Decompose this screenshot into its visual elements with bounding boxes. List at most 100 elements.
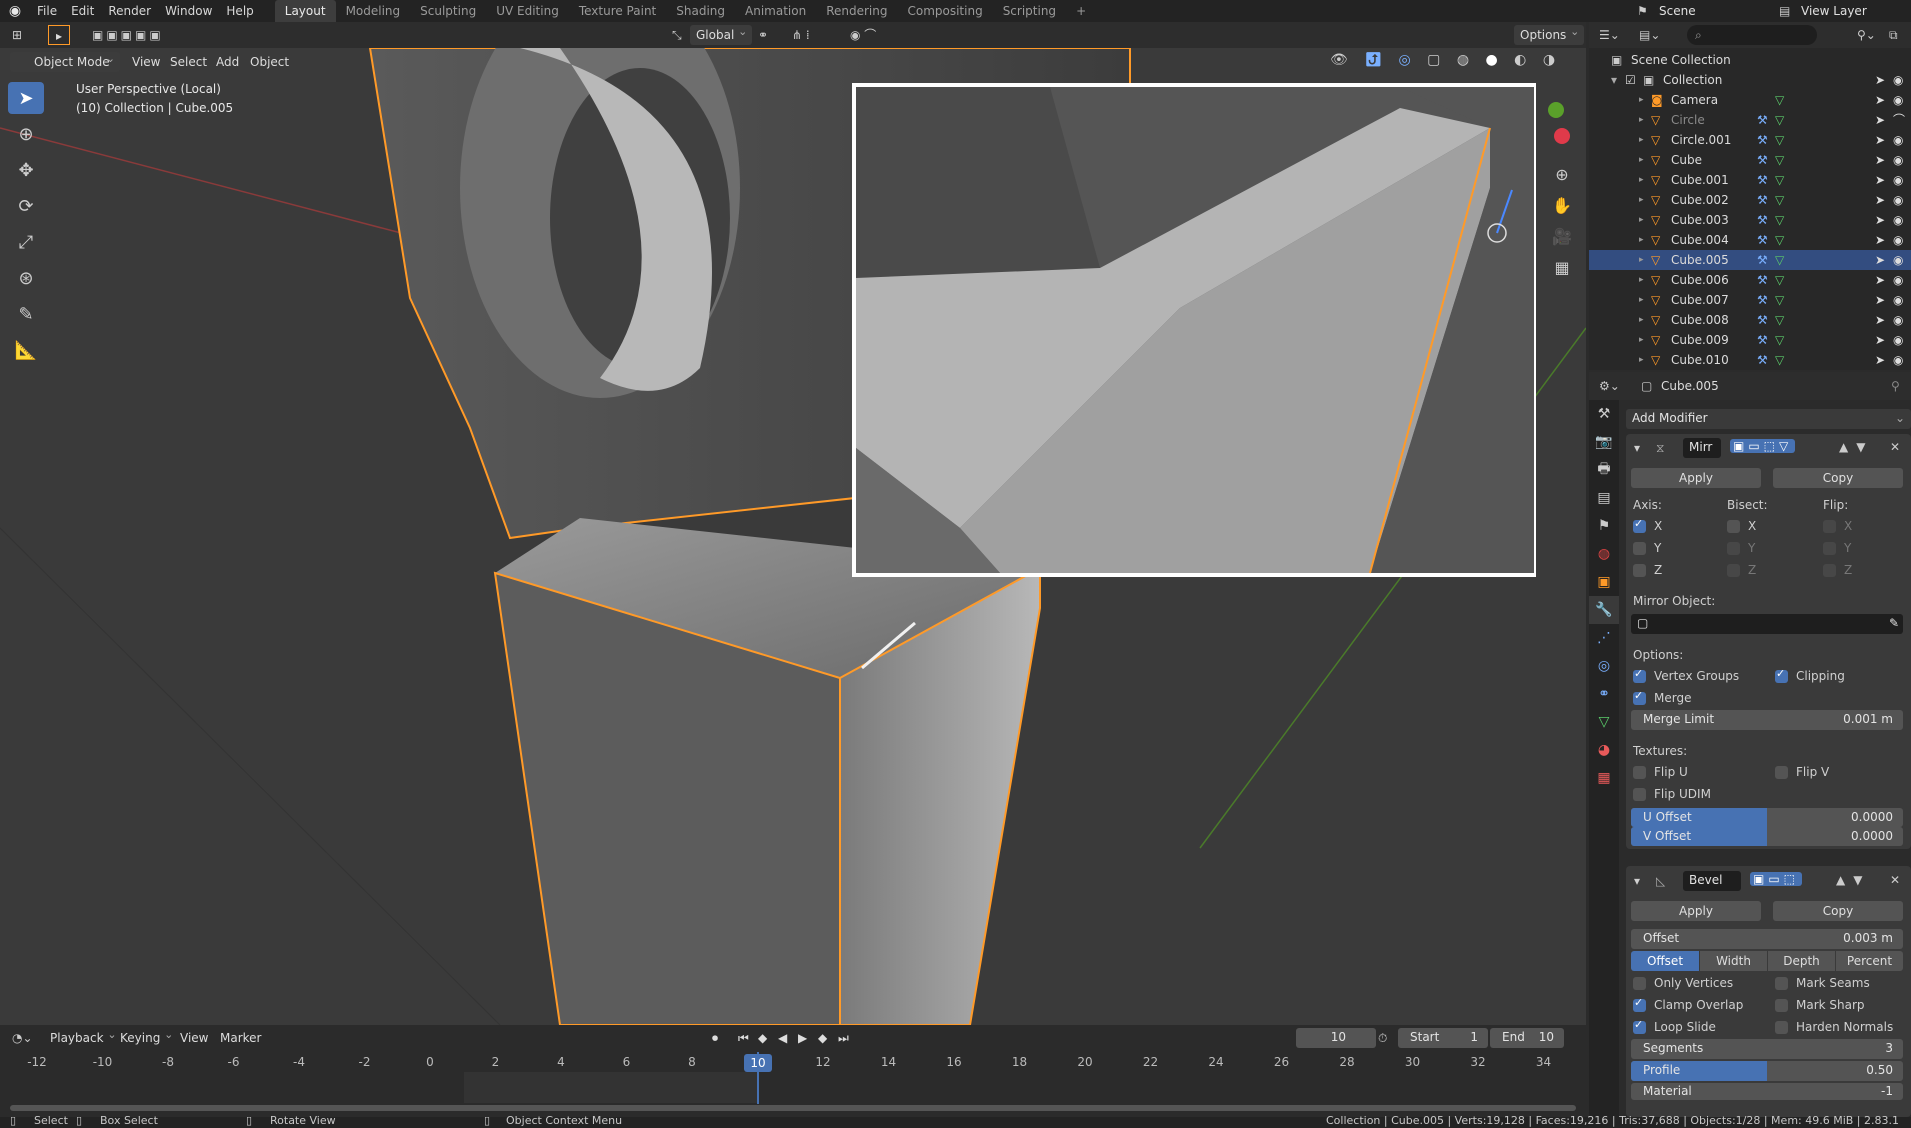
eye-icon[interactable]: ◉ (1893, 230, 1903, 250)
modifier-wrench-icon[interactable]: ⚒ (1757, 210, 1768, 230)
current-frame-field[interactable]: 10 (1296, 1028, 1376, 1048)
eye-icon[interactable]: ⌒ (1893, 110, 1905, 130)
bevel-collapse-arrow-icon[interactable]: ▾ (1634, 874, 1640, 888)
bevel-move-icons[interactable]: ▲▼ (1836, 873, 1870, 887)
outliner-item[interactable]: ▸ ▽ Cube.002 ⚒ ▽ ➤ ◉ (1589, 190, 1911, 210)
transform-orientation-dropdown[interactable]: Global (690, 22, 753, 45)
xray-icon[interactable]: ▢ (1427, 52, 1446, 68)
start-frame-field[interactable]: Start 1 (1398, 1028, 1488, 1048)
menu-render[interactable]: Render (101, 0, 158, 22)
collection-checkbox[interactable]: ☑ (1625, 70, 1636, 90)
scene-icon[interactable]: ⚑ (1637, 4, 1659, 18)
outliner-item[interactable]: ▸ ▽ Cube.005 ⚒ ▽ ➤ ◉ (1589, 250, 1911, 270)
texture-tab-icon[interactable]: ▦ (1589, 764, 1619, 792)
tab-sculpting[interactable]: Sculpting (410, 0, 486, 22)
mesh-data-icon[interactable]: ▽ (1775, 150, 1784, 170)
expand-arrow-icon[interactable]: ▸ (1639, 130, 1644, 150)
overlay-toggle-icon[interactable]: ◎ (1398, 52, 1416, 68)
expand-arrow-icon[interactable]: ▸ (1639, 150, 1644, 170)
menu-help[interactable]: Help (219, 0, 260, 22)
modifier-wrench-icon[interactable]: ⚒ (1757, 250, 1768, 270)
modifier-wrench-icon[interactable]: ⚒ (1757, 150, 1768, 170)
menu-file[interactable]: File (30, 0, 64, 22)
render-tab-icon[interactable]: 📷 (1589, 428, 1619, 456)
3d-viewport[interactable]: User Perspective (Local) (10) Collection… (0, 48, 1586, 1025)
material-field[interactable]: Material -1 (1631, 1083, 1903, 1100)
tab-uv-editing[interactable]: UV Editing (486, 0, 569, 22)
menu-window[interactable]: Window (158, 0, 219, 22)
properties-editor-icon[interactable]: ⚙⌄ (1599, 376, 1620, 396)
modifier-wrench-icon[interactable]: ⚒ (1757, 350, 1768, 370)
physics-tab-icon[interactable]: ◎ (1589, 652, 1619, 680)
scale-icon[interactable]: ⤢ (8, 226, 44, 258)
expand-arrow-icon[interactable]: ▸ (1639, 230, 1644, 250)
measure-icon[interactable]: 📐 (8, 334, 44, 366)
eye-icon[interactable]: ◉ (1893, 190, 1903, 210)
orientation-icon[interactable]: ⤡ (672, 25, 682, 45)
axis-z-checkbox[interactable] (1633, 564, 1646, 577)
visibility-icon[interactable]: 👁 (1330, 52, 1354, 68)
bevel-offset-field[interactable]: Offset 0.003 m (1631, 929, 1903, 949)
menu-view[interactable]: View (132, 52, 160, 72)
mesh-data-icon[interactable]: ▽ (1775, 90, 1784, 110)
bevel-remove-icon[interactable]: ✕ (1890, 873, 1900, 887)
bisect-x-checkbox[interactable] (1727, 520, 1740, 533)
snap-icon[interactable]: ⋔ ⁞ (792, 25, 810, 45)
u-offset-field[interactable]: U Offset 0.0000 (1631, 808, 1903, 827)
view-layer-tab-icon[interactable]: ▤ (1589, 484, 1619, 512)
select-toggle-icon[interactable]: ➤ (1875, 310, 1885, 330)
only-vertices-checkbox[interactable] (1633, 977, 1646, 990)
data-tab-icon[interactable]: ▽ (1589, 708, 1619, 736)
play-icon[interactable]: ▶ (798, 1028, 807, 1048)
select-toggle-icon[interactable]: ➤ (1875, 210, 1885, 230)
timeline-view-menu[interactable]: View (180, 1028, 208, 1048)
gizmo-toggle-icon[interactable]: ⤴ (1364, 52, 1388, 68)
merge-limit-field[interactable]: Merge Limit 0.001 m (1631, 710, 1903, 730)
mirror-apply-button[interactable]: Apply (1631, 468, 1761, 488)
object-tab-icon[interactable]: ▣ (1589, 568, 1619, 596)
outliner-item[interactable]: ▸ ▽ Cube.009 ⚒ ▽ ➤ ◉ (1589, 330, 1911, 350)
clamp-overlap-checkbox[interactable] (1633, 996, 1646, 1012)
segments-field[interactable]: Segments 3 (1631, 1039, 1903, 1059)
outliner-editor-icon[interactable]: ☰⌄ (1599, 25, 1620, 45)
mesh-data-icon[interactable]: ▽ (1775, 190, 1784, 210)
editor-type-icon[interactable]: ⊞ (12, 25, 22, 45)
select-tool-icon[interactable]: ▸ (48, 25, 70, 45)
cursor-icon[interactable]: ⊕ (8, 118, 44, 150)
mode-depth-button[interactable]: Depth (1767, 951, 1835, 971)
filter-icon[interactable]: ⚲⌄ (1857, 25, 1876, 45)
mesh-data-icon[interactable]: ▽ (1775, 130, 1784, 150)
flip-z-checkbox[interactable] (1823, 564, 1836, 577)
move-icon[interactable]: ✥ (8, 154, 44, 186)
eye-icon[interactable]: ◉ (1893, 210, 1903, 230)
menu-add[interactable]: Add (216, 52, 239, 72)
select-toggle-icon[interactable]: ➤ (1875, 90, 1885, 110)
modifier-wrench-icon[interactable]: ⚒ (1757, 170, 1768, 190)
record-icon[interactable]: ⏺ (712, 1028, 718, 1048)
eye-icon[interactable]: ◉ (1893, 310, 1903, 330)
select-toggle-icon[interactable]: ➤ (1875, 70, 1885, 90)
select-toggle-icon[interactable]: ➤ (1875, 350, 1885, 370)
select-toggle-icon[interactable]: ➤ (1875, 130, 1885, 150)
transform-icon[interactable]: ⊛ (8, 262, 44, 294)
tool-tab-icon[interactable]: ⚒ (1589, 400, 1619, 428)
end-frame-field[interactable]: End 10 (1490, 1028, 1564, 1048)
shading-wire-icon[interactable]: ◍ (1457, 52, 1475, 68)
mesh-data-icon[interactable]: ▽ (1775, 110, 1784, 130)
menu-select[interactable]: Select (170, 52, 207, 72)
outliner-item[interactable]: ▸ ▽ Cube.003 ⚒ ▽ ➤ ◉ (1589, 210, 1911, 230)
mark-seams-checkbox[interactable] (1775, 977, 1788, 990)
eye-icon[interactable]: ◉ (1893, 270, 1903, 290)
outliner-item[interactable]: ▸ ▽ Cube.006 ⚒ ▽ ➤ ◉ (1589, 270, 1911, 290)
flip-y-checkbox[interactable] (1823, 542, 1836, 555)
mesh-data-icon[interactable]: ▽ (1775, 310, 1784, 330)
eye-icon[interactable]: ◉ (1893, 90, 1903, 110)
mesh-data-icon[interactable]: ▽ (1775, 330, 1784, 350)
flip-udim-checkbox[interactable] (1633, 788, 1646, 801)
bisect-y-checkbox[interactable] (1727, 542, 1740, 555)
menu-object[interactable]: Object (250, 52, 289, 72)
jump-start-icon[interactable]: ⏮ (738, 1028, 749, 1048)
constraints-tab-icon[interactable]: ⚭ (1589, 680, 1619, 708)
next-keyframe-icon[interactable]: ◆ (818, 1028, 827, 1048)
outliner-item[interactable]: ▸ ▽ Cube.007 ⚒ ▽ ➤ ◉ (1589, 290, 1911, 310)
